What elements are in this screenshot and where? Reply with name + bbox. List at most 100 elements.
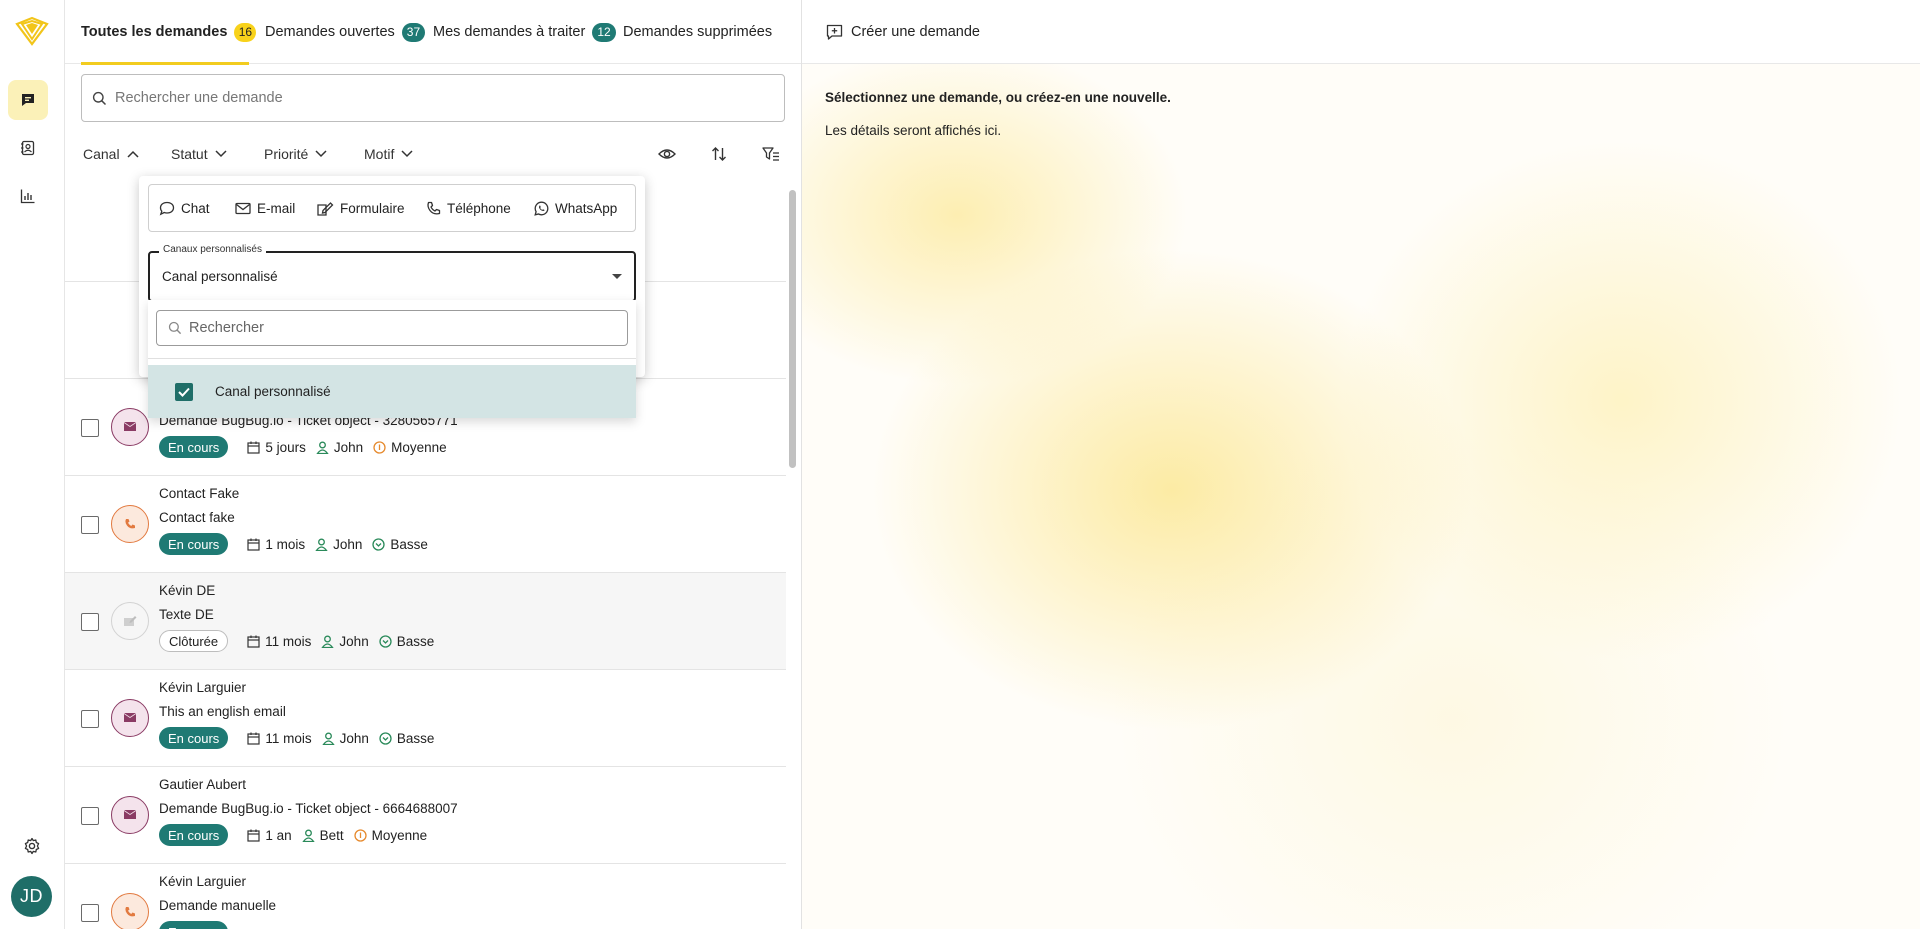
- channel-label: Formulaire: [340, 200, 405, 216]
- calendar-icon: [247, 538, 260, 551]
- channel-chat[interactable]: Chat: [159, 185, 210, 231]
- sort-button[interactable]: [708, 143, 730, 165]
- search-icon: [92, 91, 107, 105]
- user-icon: [321, 635, 335, 648]
- requester-name: Kévin Larguier: [159, 874, 247, 889]
- checkbox-checked[interactable]: [175, 382, 193, 401]
- phone-icon: [125, 907, 135, 917]
- tab-all-requests[interactable]: Toutes les demandes 16: [81, 0, 257, 65]
- row-checkbox[interactable]: [81, 710, 99, 728]
- tab-bar: Toutes les demandes 16 Demandes ouvertes…: [65, 0, 801, 65]
- request-meta: En cours 11 mois John Basse: [159, 727, 444, 749]
- tab-deleted-requests[interactable]: Demandes supprimées: [623, 0, 772, 64]
- search-icon: [168, 321, 182, 335]
- option-custom-channel[interactable]: Canal personnalisé: [148, 365, 636, 418]
- priority-low-icon: [379, 731, 392, 745]
- sort-icon: [712, 147, 726, 161]
- mail-icon: [124, 810, 136, 819]
- row-checkbox[interactable]: [81, 516, 99, 534]
- tab-my-requests[interactable]: Mes demandes à traiter 12: [433, 0, 616, 64]
- channel-form[interactable]: Formulaire: [317, 185, 405, 231]
- row-checkbox[interactable]: [81, 904, 99, 922]
- option-label: Canal personnalisé: [215, 384, 331, 399]
- add-comment-icon: [826, 24, 843, 40]
- tab-open-requests[interactable]: Demandes ouvertes 37: [265, 0, 426, 64]
- row-checkbox[interactable]: [81, 613, 99, 631]
- filter-label: Motif: [364, 146, 395, 162]
- option-search-input[interactable]: [189, 320, 609, 336]
- chevron-down-icon: [315, 150, 327, 158]
- table-row[interactable]: Contact Fake Contact fake En cours 1 moi…: [65, 476, 786, 573]
- filter-priorite[interactable]: Priorité: [264, 137, 327, 171]
- filter-options-button[interactable]: [760, 143, 782, 165]
- chat-icon: [22, 94, 34, 106]
- request-search-box[interactable]: [81, 74, 785, 122]
- channel-avatar: [111, 796, 149, 834]
- age-text: 1 an: [265, 827, 292, 843]
- status-badge: En cours: [159, 533, 229, 555]
- channel-label: Chat: [181, 200, 210, 216]
- priority-item: Basse: [379, 731, 434, 746]
- user-icon: [316, 441, 329, 454]
- eye-icon: [658, 149, 676, 159]
- count-badge: 12: [592, 22, 616, 42]
- contacts-icon: [21, 140, 35, 156]
- request-search-input[interactable]: [115, 90, 715, 106]
- filter-label: Statut: [171, 146, 208, 162]
- tab-label: Toutes les demandes: [81, 24, 228, 40]
- table-row[interactable]: Kévin Larguier Demande manuelle En cours: [65, 864, 786, 929]
- row-checkbox[interactable]: [81, 807, 99, 825]
- user-icon: [301, 829, 315, 842]
- request-meta: En cours 1 mois John Basse: [159, 533, 438, 555]
- filter-canal[interactable]: Canal: [83, 137, 139, 171]
- nav-stats[interactable]: [8, 176, 48, 216]
- channel-label: Téléphone: [447, 200, 511, 216]
- dropdown-arrow-icon: [612, 274, 622, 279]
- custom-channels-select[interactable]: Canaux personnalisés Canal personnalisé: [148, 244, 636, 302]
- list-scrollbar[interactable]: [789, 190, 796, 468]
- nav-contacts[interactable]: [8, 128, 48, 168]
- channel-chip-group: Chat E-mail Formulaire Téléphone WhatsAp…: [148, 184, 636, 232]
- status-badge: En cours: [159, 824, 229, 846]
- channel-label: WhatsApp: [555, 200, 618, 216]
- phone-icon: [427, 201, 441, 215]
- request-subject: This an english email: [159, 704, 286, 719]
- requester-name: Kévin DE: [159, 583, 216, 598]
- priority-text: Basse: [390, 536, 428, 552]
- agent-item: John: [321, 731, 369, 746]
- table-row[interactable]: Gautier Aubert Demande BugBug.io - Ticke…: [65, 767, 786, 864]
- requests-list-panel: Toutes les demandes 16 Demandes ouvertes…: [65, 0, 802, 929]
- priority-low-icon: [379, 634, 392, 648]
- custom-channels-value: Canal personnalisé: [162, 269, 278, 284]
- tab-label: Demandes supprimées: [623, 24, 773, 40]
- nav-requests[interactable]: [8, 80, 48, 120]
- create-request-button[interactable]: Créer une demande: [826, 20, 980, 44]
- chevron-up-icon: [127, 150, 139, 158]
- priority-item: Basse: [372, 537, 428, 552]
- age-item: 11 mois: [247, 634, 311, 649]
- request-detail-panel: Créer une demande Sélectionnez une deman…: [802, 0, 1920, 929]
- agent-text: John: [339, 633, 369, 649]
- filter-motif[interactable]: Motif: [364, 137, 413, 171]
- filter-label: Canal: [83, 146, 120, 162]
- view-toggle-button[interactable]: [656, 143, 678, 165]
- option-search-box[interactable]: [156, 310, 628, 346]
- channel-avatar: [111, 505, 149, 543]
- priority-item: Moyenne: [353, 828, 427, 843]
- agent-item: Bett: [301, 828, 344, 843]
- channel-phone[interactable]: Téléphone: [426, 185, 511, 231]
- row-checkbox[interactable]: [81, 419, 99, 437]
- logo-icon[interactable]: [14, 14, 50, 48]
- channel-email[interactable]: E-mail: [235, 185, 295, 231]
- channel-whatsapp[interactable]: WhatsApp: [534, 185, 617, 231]
- filter-statut[interactable]: Statut: [171, 137, 227, 171]
- age-text: 5 jours: [265, 439, 306, 455]
- table-row[interactable]: Kévin Larguier This an english email En …: [65, 670, 786, 767]
- request-meta: En cours 1 an Bett Moyenne: [159, 824, 437, 846]
- requester-name: Gautier Aubert: [159, 777, 247, 792]
- calendar-icon: [247, 441, 260, 454]
- status-badge: Clôturée: [159, 630, 229, 652]
- table-row[interactable]: Kévin DE Texte DE Clôturée 11 mois John …: [65, 573, 786, 670]
- settings-gear-icon[interactable]: [22, 836, 42, 856]
- user-avatar[interactable]: JD: [11, 876, 52, 917]
